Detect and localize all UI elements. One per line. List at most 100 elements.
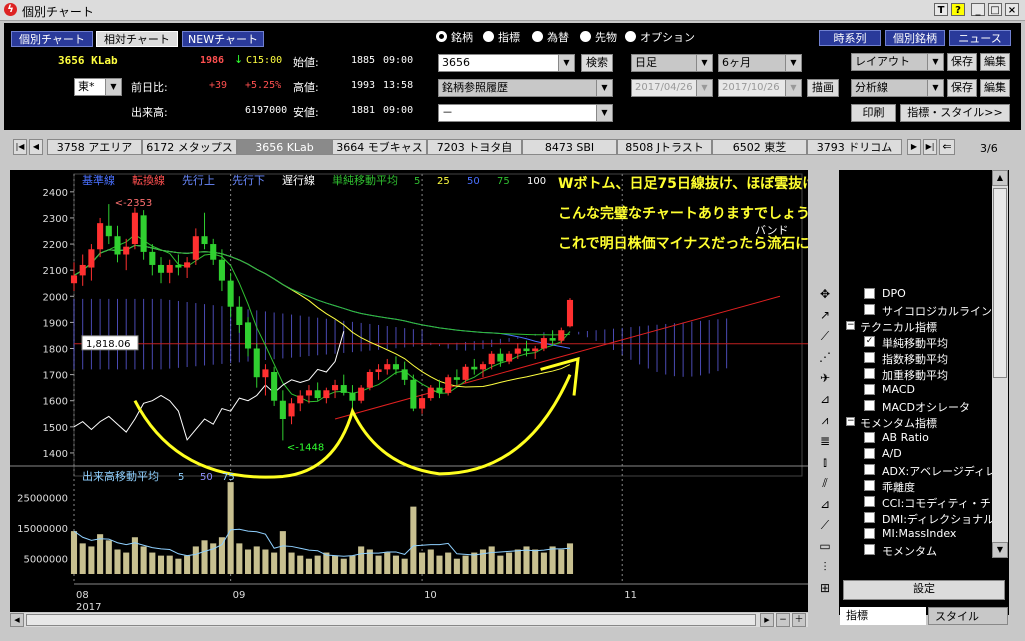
- nav-individual-chart[interactable]: 個別チャート: [11, 31, 93, 47]
- history-select[interactable]: 銘柄参照履歴 ▼: [438, 79, 613, 97]
- scroll-up-icon[interactable]: ▲: [992, 170, 1008, 186]
- print-button[interactable]: 印刷: [851, 104, 896, 122]
- chart-hscrollbar[interactable]: ◀ ▶ − ＋: [10, 613, 808, 627]
- mode-radio-1[interactable]: [483, 31, 494, 42]
- tree-group[interactable]: − モメンタム指標: [842, 414, 992, 430]
- pitchfork-icon[interactable]: ✈: [814, 369, 836, 387]
- date-from-select[interactable]: 2017/04/26 ▼: [631, 79, 713, 97]
- bars-icon[interactable]: ⫾: [814, 453, 836, 471]
- fan-icon[interactable]: ⋰: [814, 348, 836, 366]
- code-input[interactable]: 3656 ▼: [438, 54, 575, 72]
- angle-icon[interactable]: ⊿: [814, 495, 836, 513]
- checkbox[interactable]: [864, 528, 875, 539]
- hscroll-thumb[interactable]: [26, 614, 756, 626]
- tree-item[interactable]: CCI:コモディティ・チャ: [842, 494, 992, 510]
- cycle-icon[interactable]: ⫶: [814, 558, 836, 576]
- checkbox[interactable]: [864, 496, 875, 507]
- scroll-left-icon[interactable]: ◀: [10, 613, 24, 627]
- grid-icon[interactable]: ⊞: [814, 579, 836, 597]
- collapse-icon[interactable]: −: [846, 417, 855, 426]
- parallel-icon[interactable]: ⫽: [814, 474, 836, 492]
- checkbox[interactable]: [864, 304, 875, 315]
- text-mode-button[interactable]: T: [934, 3, 948, 16]
- stock-tab-5[interactable]: 8473 SBI: [522, 139, 617, 155]
- analysis-save-button[interactable]: 保存: [947, 79, 977, 97]
- tree-item[interactable]: モメンタム: [842, 542, 992, 556]
- checkbox[interactable]: ✓: [864, 336, 875, 347]
- first-tab-icon[interactable]: |◀: [13, 139, 27, 155]
- nav-relative-chart[interactable]: 相対チャート: [96, 31, 178, 47]
- blank-select[interactable]: － ▼: [438, 104, 613, 122]
- triangle-icon[interactable]: ⊿: [814, 390, 836, 408]
- tree-item[interactable]: DMI:ディレクショナル: [842, 510, 992, 526]
- tree-item[interactable]: ADX:アベレージディレ: [842, 462, 992, 478]
- mode-radio-3[interactable]: [580, 31, 591, 42]
- stock-tab-7[interactable]: 6502 東芝: [712, 139, 807, 155]
- period-range-select[interactable]: 6ヶ月 ▼: [718, 54, 802, 72]
- checkbox[interactable]: [864, 464, 875, 475]
- checkbox[interactable]: [864, 480, 875, 491]
- ray-icon[interactable]: ⟋: [814, 516, 836, 534]
- stock-tab-8[interactable]: 3793 ドリコム: [807, 139, 902, 155]
- stock-tab-2[interactable]: 3656 KLab: [237, 139, 332, 155]
- close-button[interactable]: ×: [1005, 3, 1019, 16]
- stock-tab-3[interactable]: 3664 モブキャス: [332, 139, 427, 155]
- tree-item[interactable]: ✓ 単純移動平均: [842, 334, 992, 350]
- settings-button[interactable]: 設定: [843, 580, 1005, 600]
- last-tab-icon[interactable]: ▶|: [923, 139, 937, 155]
- crosshair-icon[interactable]: ✥: [814, 285, 836, 303]
- checkbox[interactable]: [864, 432, 875, 443]
- analysis-select[interactable]: 分析線 ▼: [851, 79, 944, 97]
- tree-item[interactable]: MACD: [842, 382, 992, 398]
- date-to-select[interactable]: 2017/10/26 ▼: [718, 79, 802, 97]
- stock-tab-0[interactable]: 3758 アエリア: [47, 139, 142, 155]
- tree-item[interactable]: A/D: [842, 446, 992, 462]
- tab-style[interactable]: スタイル: [928, 607, 1008, 625]
- fibonacci-icon[interactable]: ≣: [814, 432, 836, 450]
- tree-item[interactable]: 乖離度: [842, 478, 992, 494]
- analysis-edit-button[interactable]: 編集: [980, 79, 1010, 97]
- indicator-scrollbar[interactable]: ▲ ▼: [992, 170, 1008, 558]
- chart-area[interactable]: 1400 1500 1600 1700 1800 1900 2000 2100 2200 2300…: [10, 170, 808, 612]
- minimize-button[interactable]: _: [971, 3, 985, 16]
- layout-select[interactable]: レイアウト ▼: [851, 53, 944, 71]
- news-button[interactable]: ニュース: [949, 30, 1011, 46]
- next-tab-icon[interactable]: ▶: [907, 139, 921, 155]
- search-button[interactable]: 検索: [581, 54, 613, 72]
- arc-icon[interactable]: ⩘: [814, 411, 836, 429]
- tree-item[interactable]: サイコロジカルライン: [842, 302, 992, 318]
- line-icon[interactable]: ⟋: [814, 327, 836, 345]
- tree-item[interactable]: MACDオシレータ: [842, 398, 992, 414]
- indicator-style-button[interactable]: 指標・スタイル>>: [900, 104, 1010, 122]
- candlestick-chart[interactable]: 1400 1500 1600 1700 1800 1900 2000 2100 2200 2300…: [10, 170, 808, 612]
- checkbox[interactable]: [864, 512, 875, 523]
- tree-item[interactable]: MI:MassIndex: [842, 526, 992, 542]
- scroll-thumb[interactable]: [993, 188, 1007, 378]
- back-arrow-icon[interactable]: ⇐: [939, 139, 955, 155]
- tree-group[interactable]: − テクニカル指標: [842, 318, 992, 334]
- tree-item[interactable]: 指数移動平均: [842, 350, 992, 366]
- scroll-down-icon[interactable]: ▼: [992, 542, 1008, 558]
- prev-tab-icon[interactable]: ◀: [29, 139, 43, 155]
- timeseries-button[interactable]: 時系列: [819, 30, 881, 46]
- maximize-button[interactable]: □: [988, 3, 1002, 16]
- rectangle-icon[interactable]: ▭: [814, 537, 836, 555]
- period-type-select[interactable]: 日足 ▼: [631, 54, 713, 72]
- draw-button[interactable]: 描画: [807, 79, 839, 97]
- mode-radio-4[interactable]: [625, 31, 636, 42]
- layout-save-button[interactable]: 保存: [947, 53, 977, 71]
- scroll-right-icon[interactable]: ▶: [760, 613, 774, 627]
- collapse-icon[interactable]: −: [846, 321, 855, 330]
- checkbox[interactable]: [864, 384, 875, 395]
- nav-new-chart[interactable]: NEWチャート: [182, 31, 264, 47]
- layout-edit-button[interactable]: 編集: [980, 53, 1010, 71]
- checkbox[interactable]: [864, 352, 875, 363]
- individual-stock-button[interactable]: 個別銘柄: [885, 30, 945, 46]
- checkbox[interactable]: [864, 400, 875, 411]
- checkbox[interactable]: [864, 448, 875, 459]
- stock-tab-1[interactable]: 6172 メタップス: [142, 139, 237, 155]
- checkbox[interactable]: [864, 544, 875, 555]
- tab-indicator[interactable]: 指標: [840, 607, 926, 625]
- tree-item[interactable]: AB Ratio: [842, 430, 992, 446]
- checkbox[interactable]: [864, 368, 875, 379]
